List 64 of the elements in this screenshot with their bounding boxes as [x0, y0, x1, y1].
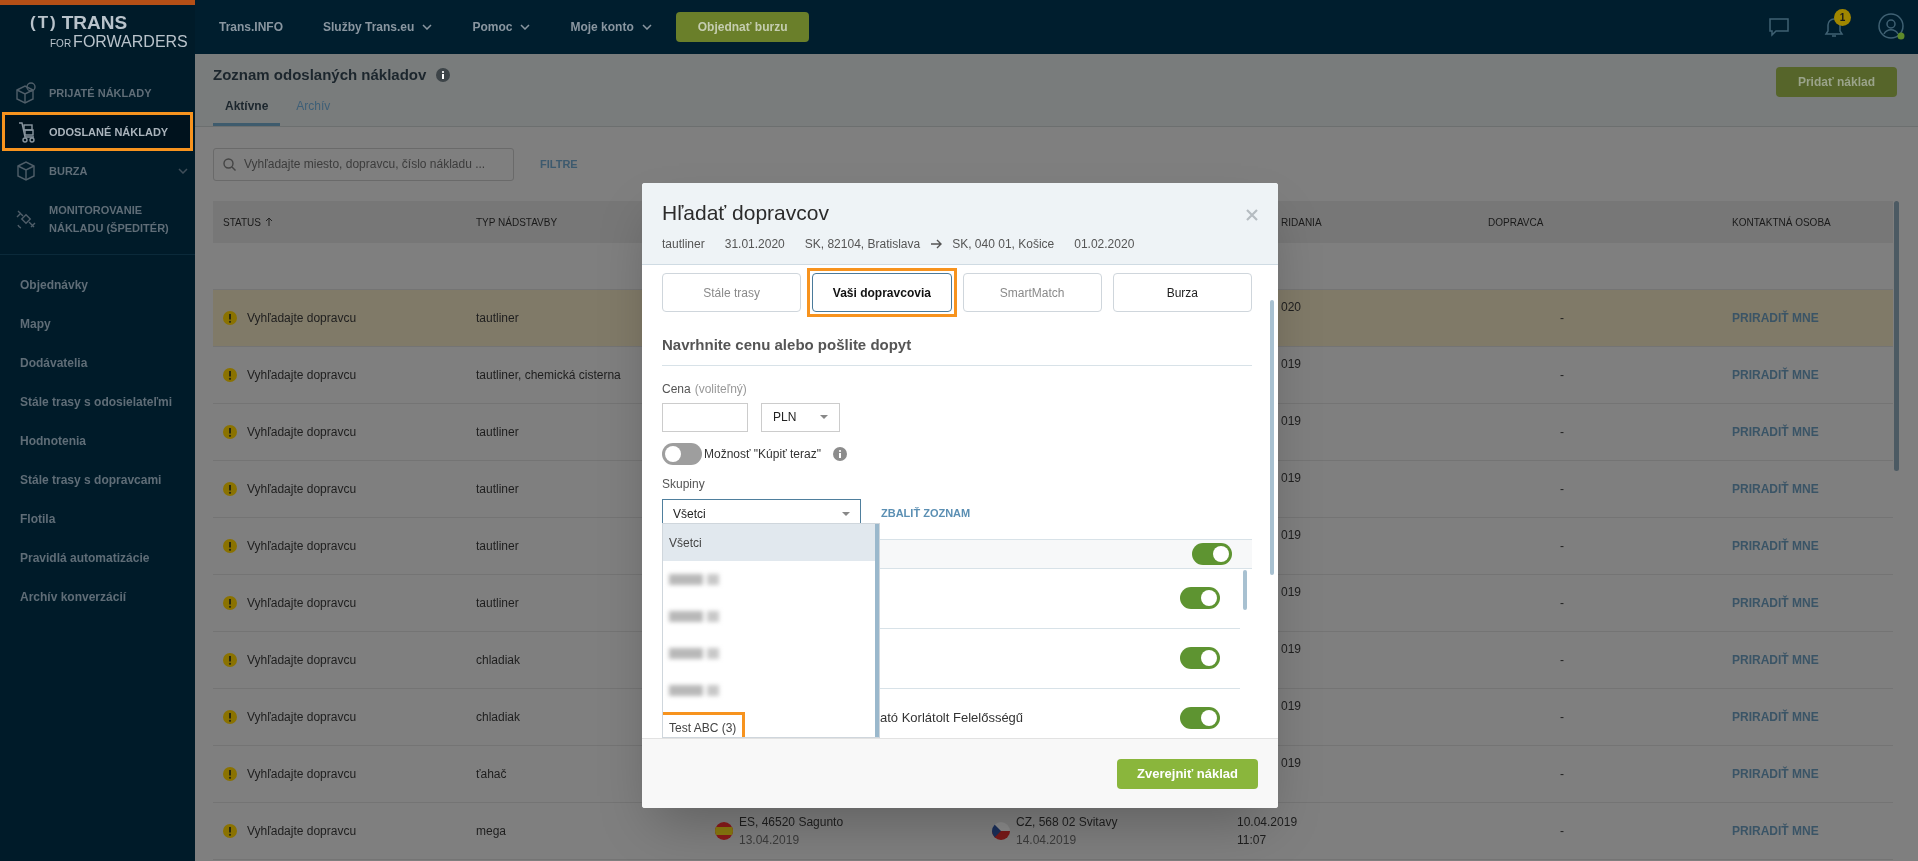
table-cell-text: -	[1560, 424, 1564, 441]
field-label: Skupiny	[662, 475, 706, 493]
status-text: Vyhľadajte dopravcu	[247, 766, 357, 783]
status-text: Vyhľadajte dopravcu	[247, 823, 357, 840]
column-header: STATUS	[223, 215, 261, 230]
table-cell-text: -	[1560, 595, 1564, 612]
status-text: Vyhľadajte dopravcu	[247, 652, 357, 669]
table-cell-text: 020	[1280, 299, 1301, 316]
table-cell-text: -	[1560, 823, 1564, 840]
status-text: Vyhľadajte dopravcu	[247, 310, 357, 327]
table-cell-text: 019	[1280, 698, 1301, 715]
table-cell-text: tautliner	[476, 424, 519, 441]
table-cell-text: -	[1560, 709, 1564, 726]
field-hint: (voliteľný)	[694, 380, 747, 398]
date-text: 14.04.2019	[1016, 832, 1078, 849]
status-text: Vyhľadajte dopravcu	[247, 595, 357, 612]
page-title: Zoznam odoslaných nákladov	[213, 65, 427, 85]
status-text: Vyhľadajte dopravcu	[247, 424, 357, 441]
table-cell-text: tautliner	[476, 538, 519, 555]
column-header: TYP NÁDSTAVBY	[476, 215, 558, 230]
summary-text: SK, 040 01, Košice	[952, 235, 1055, 253]
table-cell-text: -	[1560, 367, 1564, 384]
table-cell-text: 019	[1280, 641, 1301, 658]
status-text: Vyhľadajte dopravcu	[247, 538, 357, 555]
status-text: Vyhľadajte dopravcu	[247, 367, 357, 384]
table-cell-text: tautliner	[476, 310, 519, 327]
table-cell-text: chladiak	[476, 709, 521, 726]
dialog-title: Hľadať dopravcov	[662, 200, 829, 226]
summary-text: 01.02.2020	[1074, 235, 1135, 253]
table-cell-text: 10.04.2019	[1237, 814, 1298, 831]
column-header: RIDANIA	[1281, 215, 1322, 230]
table-cell-text: -	[1560, 310, 1564, 327]
carrier-name: ató Korlátolt Felelősségű	[880, 709, 1024, 725]
table-cell-text: -	[1560, 481, 1564, 498]
date-text: 13.04.2019	[739, 832, 801, 849]
column-header: KONTAKTNÁ OSOBA	[1732, 215, 1831, 230]
status-text: Vyhľadajte dopravcu	[247, 481, 357, 498]
summary-text: tautliner	[662, 235, 705, 253]
table-cell-text: ťahač	[476, 766, 507, 783]
column-header: DOPRAVCA	[1488, 215, 1544, 230]
toggle-label: Možnosť "Kúpiť teraz"	[704, 445, 821, 463]
table-cell-text: tautliner	[476, 595, 519, 612]
table-cell-text: -	[1560, 538, 1564, 555]
notification-badge: 1	[1834, 9, 1851, 26]
table-cell-text: tautliner, chemická cisterna	[476, 367, 621, 384]
location-text: CZ, 568 02 Svitavy	[1016, 814, 1118, 831]
status-text: Vyhľadajte dopravcu	[247, 709, 357, 726]
table-cell-text: mega	[476, 823, 507, 840]
table-cell-text: -	[1560, 766, 1564, 783]
location-text: ES, 46520 Sagunto	[739, 814, 844, 831]
table-cell-text: 019	[1280, 470, 1301, 487]
table-cell-text: 019	[1280, 584, 1301, 601]
section-title: Navrhnite cenu alebo pošlite dopyt	[662, 335, 913, 355]
summary-text: SK, 82104, Bratislava	[804, 235, 921, 253]
table-cell-text: -	[1560, 652, 1564, 669]
table-cell-text: 019	[1280, 356, 1301, 373]
table-cell-text: 019	[1280, 527, 1301, 544]
table-cell-text: 11:07	[1237, 832, 1267, 849]
table-cell-text: chladiak	[476, 652, 521, 669]
table-cell-text: tautliner	[476, 481, 519, 498]
table-cell-text: 019	[1280, 755, 1301, 772]
summary-text: 31.01.2020	[724, 235, 785, 253]
field-label: Cena	[662, 380, 691, 398]
table-cell-text: 019	[1280, 413, 1301, 430]
